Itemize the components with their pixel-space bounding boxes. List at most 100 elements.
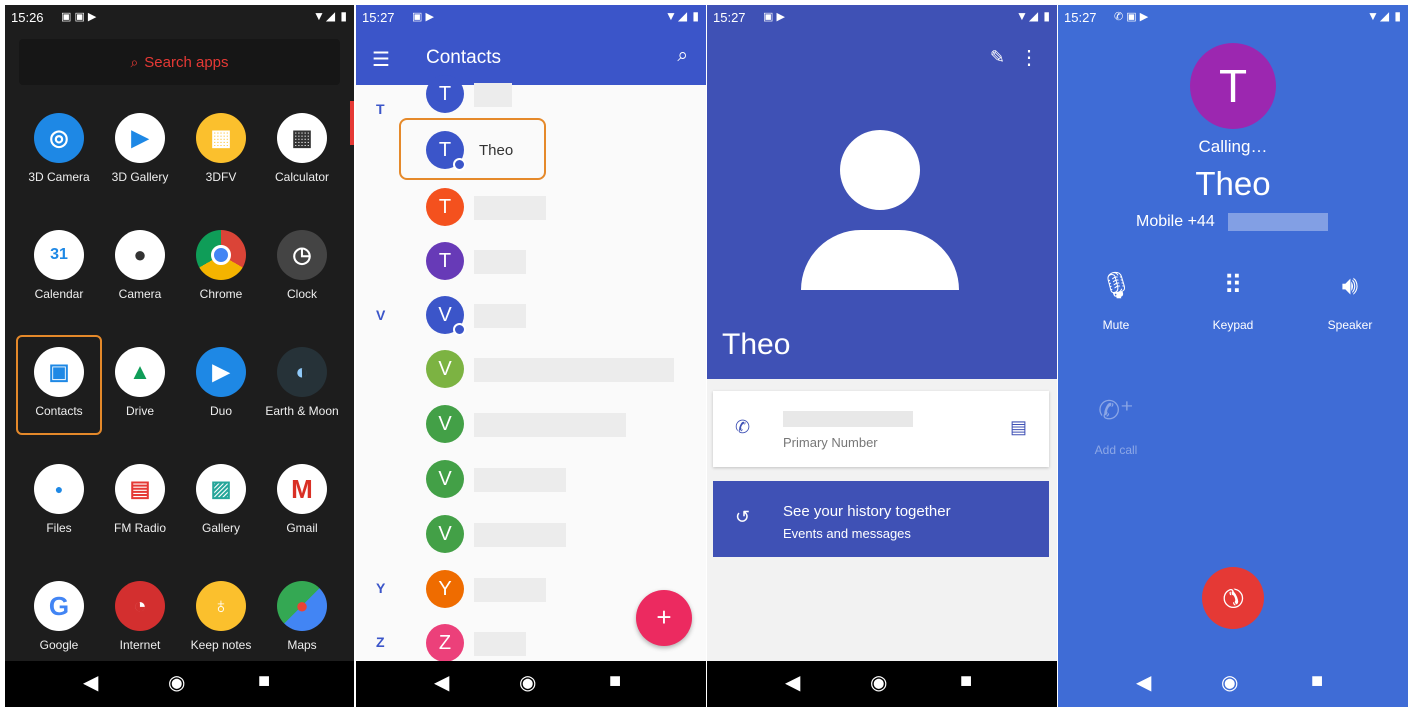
- signal-battery-icon: ▼◢ ▮: [312, 9, 348, 23]
- contact-name: Theo: [479, 142, 514, 159]
- redacted-name: [474, 578, 546, 602]
- edit-pencil-icon[interactable]: ✎: [990, 47, 1005, 68]
- search-icon[interactable]: ⌕: [677, 45, 688, 67]
- app-3d-camera[interactable]: ◎ 3D Camera: [18, 113, 100, 184]
- internet-icon: ◔: [115, 581, 165, 631]
- redacted-name: [474, 196, 546, 220]
- app-chrome[interactable]: Chrome: [180, 230, 262, 301]
- notification-icons: ✆ ▣ ▶: [1114, 11, 1149, 23]
- app-maps[interactable]: ● Maps: [261, 581, 343, 652]
- keypad-label: Keypad: [1212, 318, 1254, 332]
- contacts-list-screen: 15:27 ▣ ▶ ▼◢ ▮ ☰ Contacts ⌕ T V Y Z T T …: [356, 5, 706, 707]
- recent-apps-icon[interactable]: ■: [1311, 670, 1323, 693]
- mic-off-icon: 🎙︎: [1099, 270, 1133, 300]
- home-icon[interactable]: ◉: [870, 670, 887, 695]
- redacted-name: [474, 632, 526, 656]
- number-type-label: Primary Number: [783, 435, 878, 450]
- home-icon[interactable]: ◉: [519, 670, 536, 695]
- call-status: Calling…: [1198, 137, 1268, 156]
- app-clock[interactable]: ◷ Clock: [261, 230, 343, 301]
- speaker-label: Speaker: [1327, 318, 1373, 332]
- app-bar: 15:27 ▣ ▶ ▼◢ ▮ ☰ Contacts ⌕: [356, 5, 706, 85]
- section-letter: Y: [376, 580, 386, 596]
- 3d-gallery-icon: ▶: [115, 113, 165, 163]
- chrome-icon: [196, 230, 246, 280]
- app-calendar[interactable]: 31 Calendar: [18, 230, 100, 301]
- account-badge-icon: [453, 158, 466, 171]
- redacted-name: [474, 358, 674, 382]
- app-earth-moon[interactable]: ◐ Earth & Moon: [261, 347, 343, 418]
- app-calculator[interactable]: ▦ Calculator: [261, 113, 343, 184]
- home-icon[interactable]: ◉: [1221, 670, 1238, 695]
- recent-apps-icon[interactable]: ■: [609, 670, 621, 693]
- end-call-button[interactable]: ✆: [1189, 554, 1277, 642]
- notification-icons: ▣ ▶: [412, 11, 434, 23]
- search-icon: ⌕: [130, 54, 139, 70]
- avatar: V: [426, 460, 464, 498]
- redacted-name: [474, 304, 526, 328]
- message-icon[interactable]: ▤: [1010, 417, 1027, 438]
- app-camera[interactable]: ● Camera: [99, 230, 181, 301]
- back-icon[interactable]: ◀: [1136, 670, 1151, 695]
- app-label: FM Radio: [113, 521, 166, 535]
- add-contact-button[interactable]: +: [636, 590, 692, 646]
- status-bar: 15:26 ▣ ▣ ▶ ▼◢ ▮: [5, 5, 354, 29]
- redacted-name: [474, 83, 512, 107]
- notification-icons: ▣ ▣ ▶: [61, 11, 97, 23]
- phone-icon: ✆: [735, 417, 751, 437]
- launcher-screen: 15:26 ▣ ▣ ▶ ▼◢ ▮ ⌕ Search apps ◎ 3D Camer…: [5, 5, 354, 707]
- back-icon[interactable]: ◀: [83, 670, 98, 695]
- speaker-button[interactable]: 🔊︎ Speaker: [1300, 270, 1400, 332]
- app-gallery[interactable]: ▨ Gallery: [180, 464, 262, 535]
- phone-line-label: Mobile +44: [1136, 213, 1215, 230]
- screenshot-composite: 15:26 ▣ ▣ ▶ ▼◢ ▮ ⌕ Search apps ◎ 3D Camer…: [0, 0, 1414, 707]
- hamburger-menu-icon[interactable]: ☰: [372, 47, 390, 72]
- app-fm-radio[interactable]: ▤ FM Radio: [99, 464, 181, 535]
- app-duo[interactable]: ▶ Duo: [180, 347, 262, 418]
- status-bar: 15:27 ✆ ▣ ▶ ▼◢ ▮: [1058, 5, 1408, 29]
- recent-apps-icon[interactable]: ■: [960, 670, 972, 693]
- back-icon[interactable]: ◀: [785, 670, 800, 695]
- app-google[interactable]: G Google: [18, 581, 100, 652]
- account-badge-icon: [453, 323, 466, 336]
- contact-header: 15:27 ▣ ▶ ▼◢ ▮ ✎ ⋮ Theo: [707, 5, 1057, 379]
- status-bar: 15:27 ▣ ▶ ▼◢ ▮: [707, 5, 1057, 29]
- 3d-camera-icon: ◎: [34, 113, 84, 163]
- app-drive[interactable]: ▲ Drive: [99, 347, 181, 418]
- nav-bar: ◀ ◉ ■: [707, 661, 1057, 707]
- home-icon[interactable]: ◉: [168, 670, 185, 695]
- recent-apps-icon[interactable]: ■: [258, 670, 270, 693]
- calendar-icon: 31: [34, 230, 84, 280]
- status-time: 15:27: [713, 10, 746, 25]
- app-files[interactable]: ● Files: [18, 464, 100, 535]
- redacted-name: [474, 250, 526, 274]
- more-options-icon[interactable]: ⋮: [1019, 45, 1039, 70]
- avatar: Y: [426, 570, 464, 608]
- app-label: Maps: [287, 638, 317, 652]
- app-label: Keep notes: [190, 638, 252, 652]
- section-letter: T: [376, 101, 385, 117]
- notification-icons: ▣ ▶: [763, 11, 785, 23]
- app-internet[interactable]: ◔ Internet: [99, 581, 181, 652]
- signal-battery-icon: ▼◢ ▮: [1015, 9, 1051, 23]
- back-icon[interactable]: ◀: [434, 670, 449, 695]
- avatar: Z: [426, 624, 464, 662]
- app-gmail[interactable]: M Gmail: [261, 464, 343, 535]
- signal-battery-icon: ▼◢ ▮: [1366, 9, 1402, 23]
- mute-button[interactable]: 🎙︎ Mute: [1066, 270, 1166, 332]
- app-label: 3DFV: [205, 170, 237, 184]
- app-keep-notes[interactable]: ♁ Keep notes: [180, 581, 262, 652]
- add-call-button[interactable]: ✆⁺ Add call: [1066, 395, 1166, 457]
- phone-number-card[interactable]: ✆ Primary Number ▤: [713, 391, 1049, 467]
- app-label: Clock: [286, 287, 317, 301]
- scroll-indicator[interactable]: [350, 101, 354, 145]
- app-3d-gallery[interactable]: ▶ 3D Gallery: [99, 113, 181, 184]
- app-label: Duo: [209, 404, 232, 418]
- avatar: T: [426, 188, 464, 226]
- keypad-button[interactable]: ⠿ Keypad: [1183, 270, 1283, 332]
- nav-bar: ◀ ◉ ■: [5, 661, 354, 707]
- search-apps-bar[interactable]: ⌕ Search apps: [19, 39, 340, 85]
- app-contacts[interactable]: ▣ Contacts: [16, 335, 102, 435]
- history-card[interactable]: ↺ See your history together Events and m…: [713, 481, 1049, 557]
- app-3dfv[interactable]: ▦ 3DFV: [180, 113, 262, 184]
